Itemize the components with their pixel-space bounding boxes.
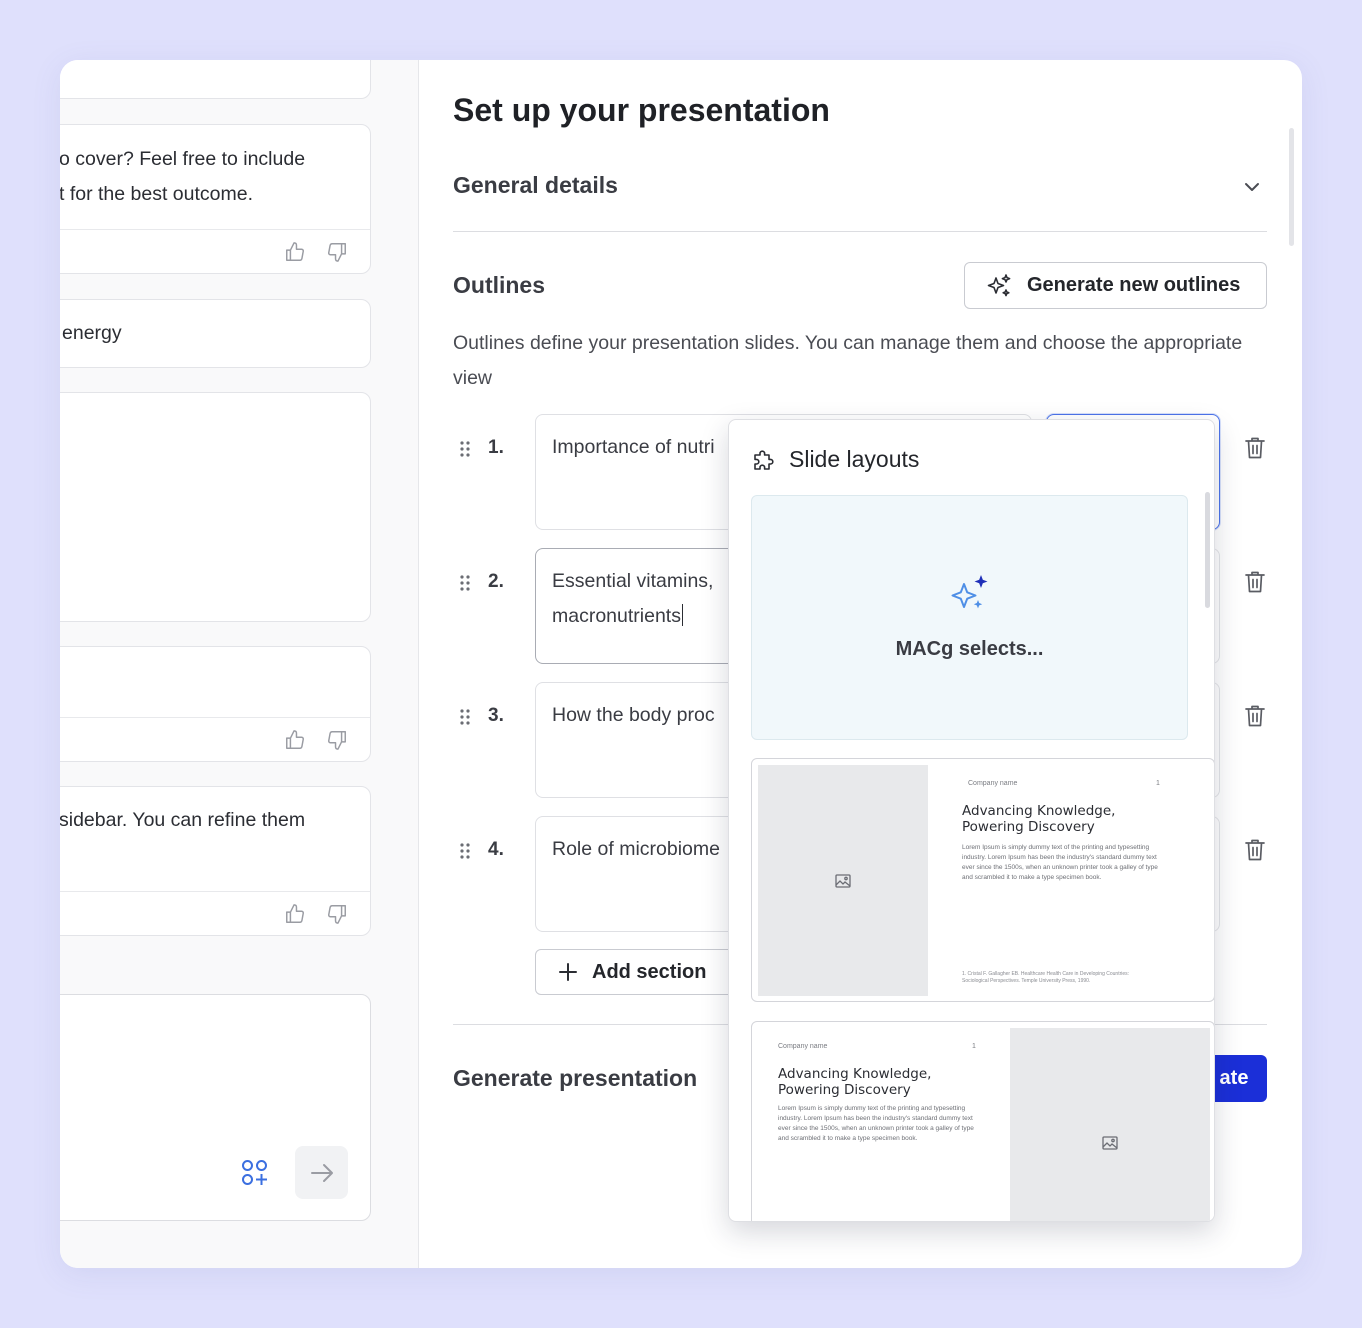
thumbs-down-icon[interactable] xyxy=(326,729,348,751)
image-icon xyxy=(835,873,851,888)
outline-text: Role of microbiome xyxy=(552,838,720,860)
chat-sidebar: o cover? Feel free to include t for the … xyxy=(60,60,419,1268)
outline-text-line2: macronutrients xyxy=(552,605,681,627)
trash-icon[interactable] xyxy=(1244,436,1266,460)
template-body: Lorem Ipsum is simply dummy text of the … xyxy=(962,844,1158,881)
template-company: Company name xyxy=(968,780,1018,787)
template-footnote: 1. Cristal F. Gallagher EB. Healthcare H… xyxy=(962,971,1130,984)
outline-number: 2. xyxy=(488,571,504,592)
sparkle-icon xyxy=(987,273,1011,296)
chat-input[interactable] xyxy=(60,994,371,1221)
generate-outlines-button[interactable]: Generate new outlines xyxy=(964,262,1267,309)
plus-icon xyxy=(559,963,577,981)
template-heading: Advancing Knowledge, Powering Discovery xyxy=(962,803,1116,835)
trash-icon[interactable] xyxy=(1244,570,1266,594)
outline-text: Importance of nutri xyxy=(552,436,715,458)
template-heading: Advancing Knowledge, Powering Discovery xyxy=(778,1066,932,1098)
page-title: Set up your presentation xyxy=(453,92,830,128)
chat-message-text: sidebar. You can refine them xyxy=(60,809,306,831)
chat-message-card: energy xyxy=(60,299,371,368)
drag-handle-icon[interactable] xyxy=(459,708,471,726)
trash-icon[interactable] xyxy=(1244,838,1266,862)
trash-icon[interactable] xyxy=(1244,704,1266,728)
section-divider xyxy=(453,231,1267,232)
chat-message-text: t for the best outcome. xyxy=(60,183,254,205)
feedback-bar xyxy=(60,717,370,761)
chat-message-text: o cover? Feel free to include xyxy=(60,148,306,170)
image-icon xyxy=(1102,1136,1118,1150)
generate-outlines-label: Generate new outlines xyxy=(1027,274,1241,296)
outline-text: How the body proc xyxy=(552,704,715,726)
text-cursor xyxy=(681,604,684,626)
thumbs-up-icon[interactable] xyxy=(284,903,306,925)
apps-add-icon[interactable] xyxy=(240,1158,270,1188)
dropdown-scrollbar[interactable] xyxy=(1205,492,1210,608)
thumbs-up-icon[interactable] xyxy=(284,729,306,751)
outlines-title: Outlines xyxy=(453,272,546,298)
send-button[interactable] xyxy=(295,1146,348,1199)
panel-scrollbar[interactable] xyxy=(1289,128,1294,246)
chat-message-card xyxy=(60,60,371,99)
template-body: Lorem Ipsum is simply dummy text of the … xyxy=(778,1105,974,1142)
add-section-button[interactable]: Add section xyxy=(535,949,745,995)
general-details-header[interactable]: General details xyxy=(453,172,618,199)
ai-option-label: MACg selects... xyxy=(895,638,1044,660)
feedback-bar xyxy=(60,891,370,935)
puzzle-icon xyxy=(754,450,774,470)
thumbs-down-icon[interactable] xyxy=(326,241,348,263)
layout-template-option[interactable]: Company name 1 Advancing Knowledge, Powe… xyxy=(751,1021,1214,1221)
image-placeholder xyxy=(758,765,928,996)
thumbs-down-icon[interactable] xyxy=(326,903,348,925)
drag-handle-icon[interactable] xyxy=(459,574,471,592)
template-page: 1 xyxy=(972,1043,976,1050)
outline-number: 1. xyxy=(488,437,504,458)
slide-layouts-dropdown: Slide layouts MACg selects... Company na… xyxy=(728,419,1215,1222)
ai-layout-option[interactable]: MACg selects... xyxy=(751,495,1188,740)
arrow-right-icon xyxy=(310,1163,333,1182)
chat-message-text: energy xyxy=(62,322,122,344)
chat-message-card xyxy=(60,392,371,622)
dropdown-title: Slide layouts xyxy=(789,446,920,472)
drag-handle-icon[interactable] xyxy=(459,440,471,458)
layout-template-option[interactable]: Company name 1 Advancing Knowledge, Powe… xyxy=(751,758,1214,1002)
generate-button-label: ate xyxy=(1219,1067,1249,1089)
add-section-label: Add section xyxy=(592,960,707,983)
template-page: 1 xyxy=(1156,780,1160,787)
sparkle-icon xyxy=(951,575,988,609)
chevron-down-icon[interactable] xyxy=(1241,176,1263,198)
thumbs-up-icon[interactable] xyxy=(284,241,306,263)
chat-message-card: o cover? Feel free to include t for the … xyxy=(60,124,371,274)
image-placeholder xyxy=(1010,1028,1210,1221)
outline-number: 4. xyxy=(488,839,504,860)
template-company: Company name xyxy=(778,1043,828,1050)
chat-message-card: sidebar. You can refine them xyxy=(60,786,371,936)
outlines-description: Outlines define your presentation slides… xyxy=(453,332,1243,389)
generate-presentation-title: Generate presentation xyxy=(453,1065,698,1091)
outline-number: 3. xyxy=(488,705,504,726)
chat-message-card xyxy=(60,646,371,762)
feedback-bar xyxy=(60,229,370,273)
drag-handle-icon[interactable] xyxy=(459,842,471,860)
